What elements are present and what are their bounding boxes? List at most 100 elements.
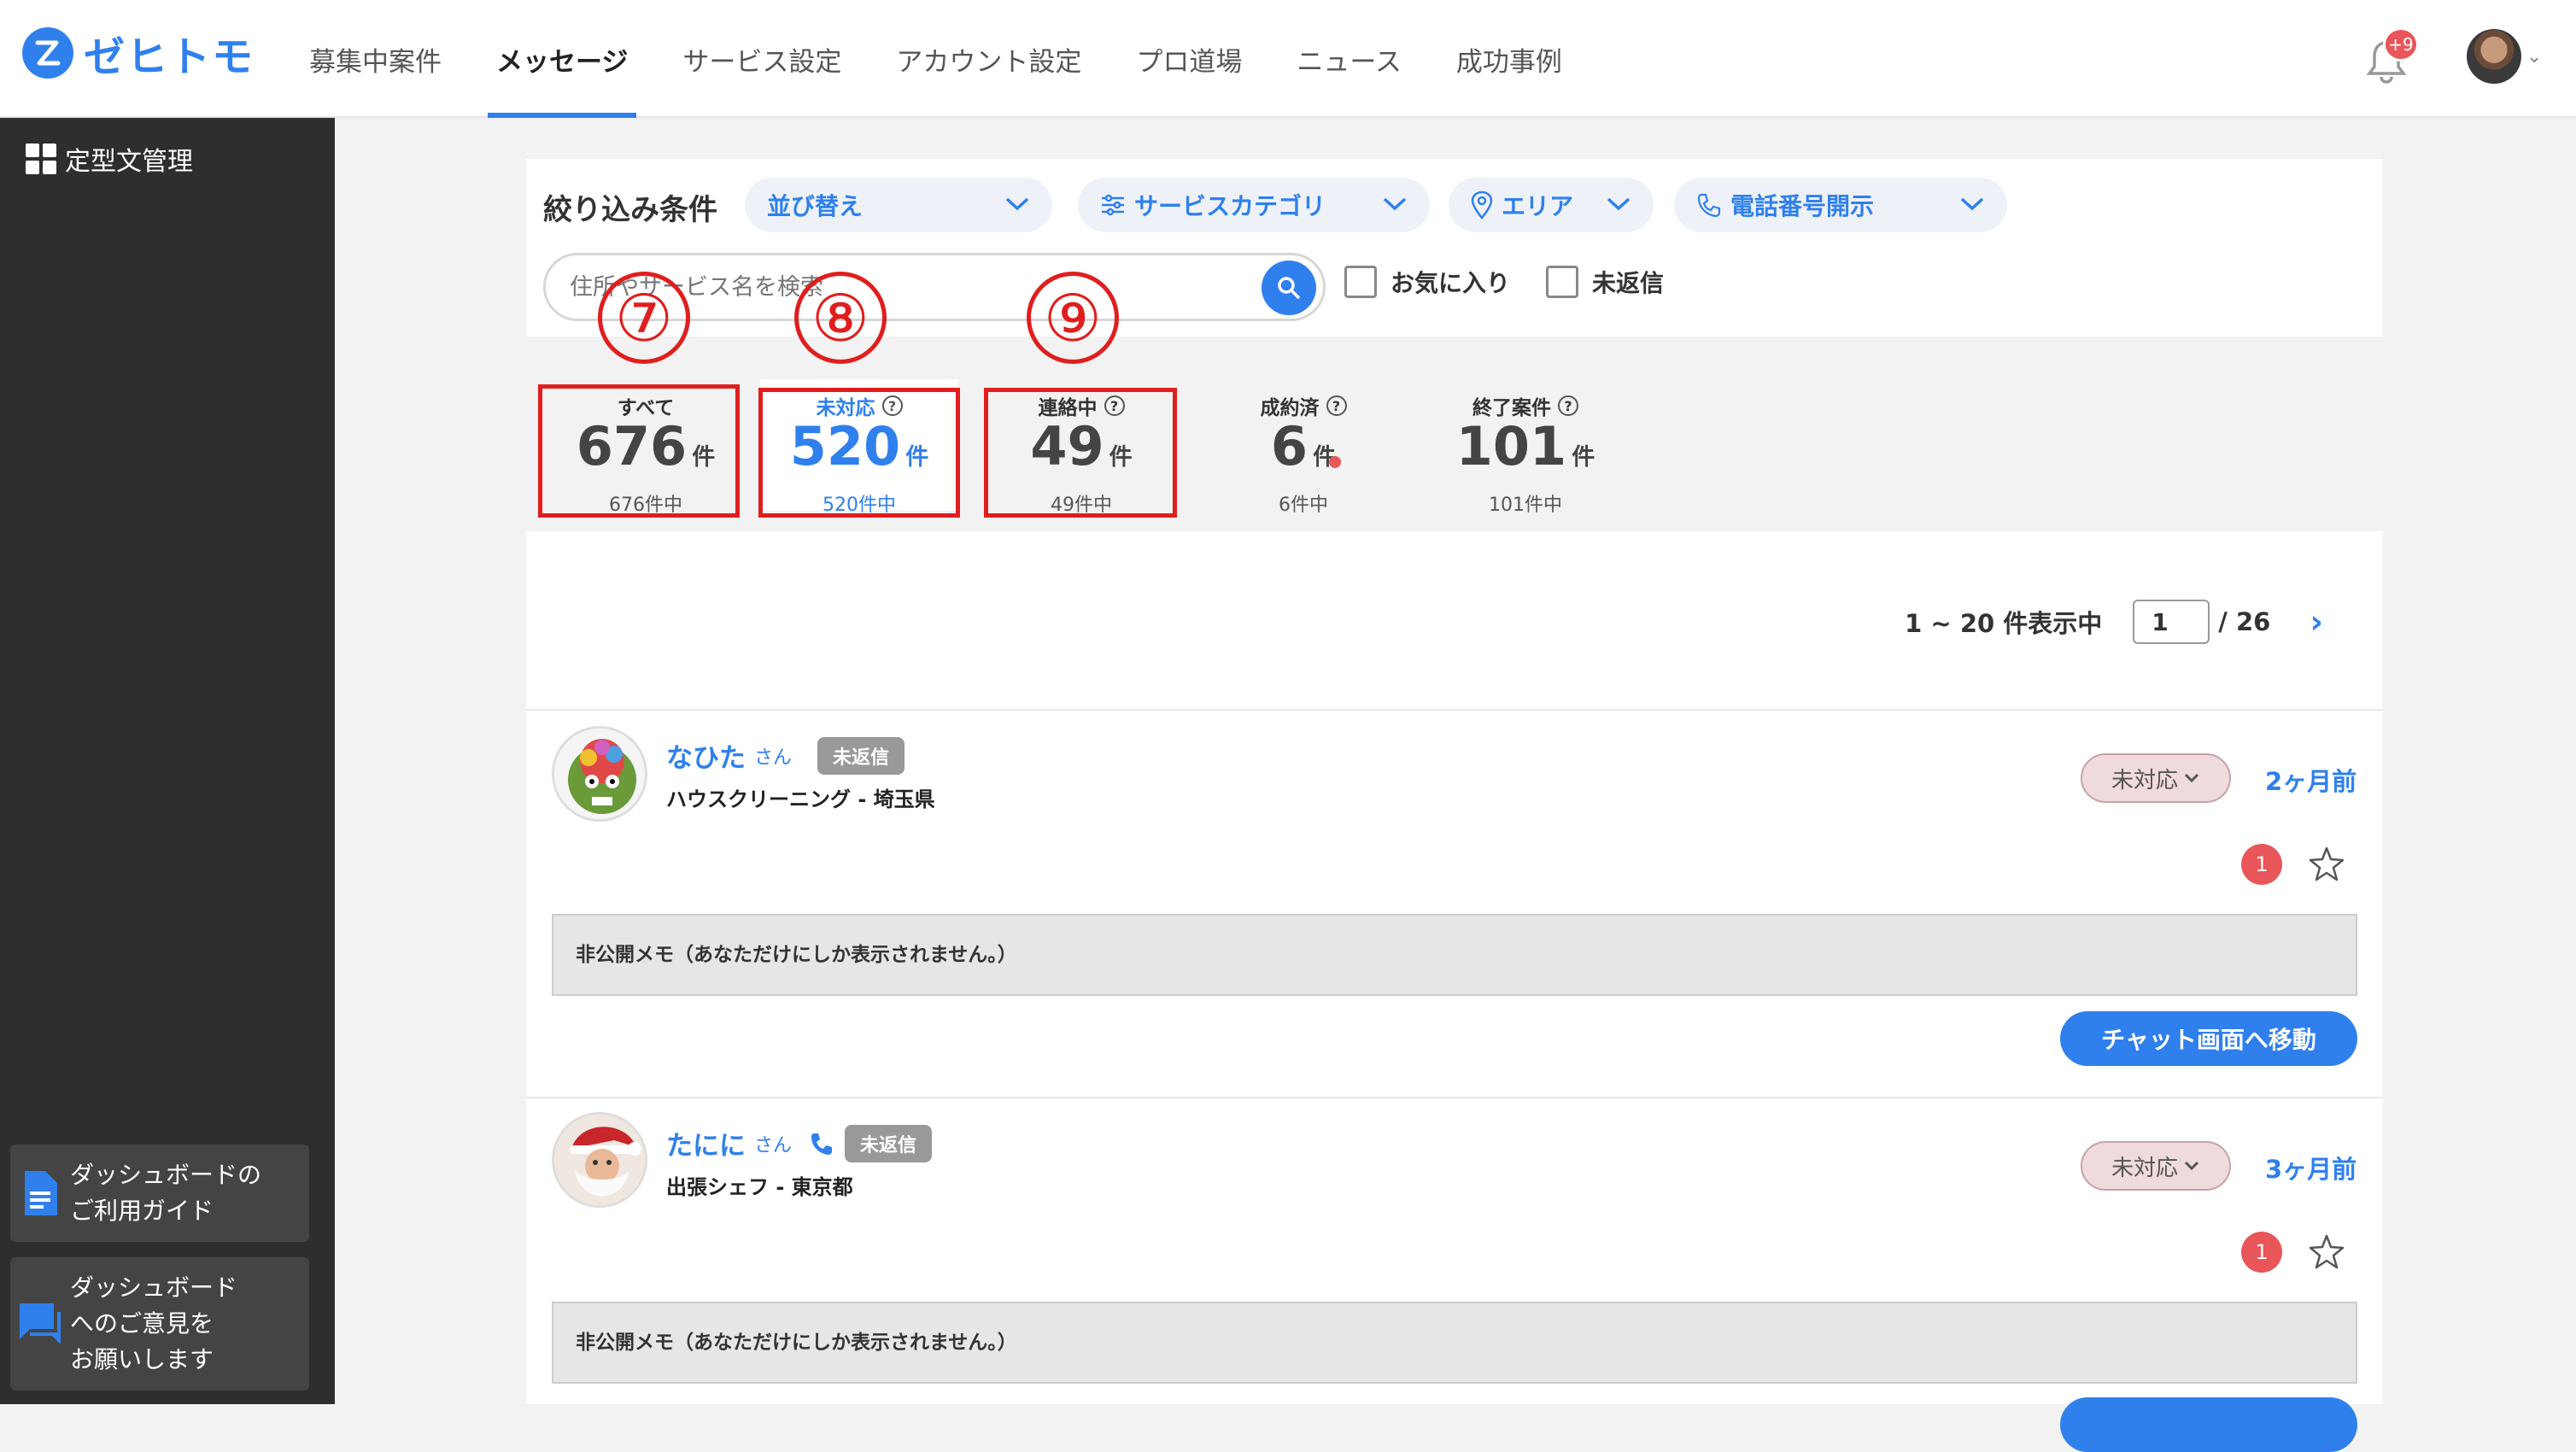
tab-closed[interactable]: 終了案件? 101 件 101件中 [1426,379,1625,516]
feedback-card-line3: お願いします [70,1345,214,1373]
area-label: エリア [1502,192,1574,220]
honorific: さん [754,1134,793,1156]
customer-name-text: なひた [666,743,746,774]
pager-range: 1 ~ 20 件表示中 [1905,609,2103,638]
tab-sub: 6件中 [1279,495,1328,516]
unread-count: 1 [2241,1232,2282,1273]
logo[interactable]: ゼヒトモ [22,26,255,81]
chevron-down-icon[interactable]: ⌄ [2526,46,2542,67]
star-icon[interactable] [2306,844,2347,885]
status-badge: 未返信 [845,1124,933,1162]
tab-sub: 101件中 [1489,495,1562,516]
chevron-down-icon [1606,192,1631,218]
search-button[interactable] [1262,261,1316,315]
tab-unit: 件 [1572,444,1595,471]
customer-name[interactable]: たにに さん 未返信 [666,1124,933,1162]
feedback-card[interactable]: ダッシュボード へのご意見を お願いします [10,1257,309,1391]
phone-icon [1697,193,1721,218]
pager: 1 ~ 20 件表示中 1 / 26 › [1905,600,2323,644]
category-label: サービスカテゴリ [1134,192,1326,220]
guide-card-line2: ご利用ガイド [70,1197,214,1225]
checkbox-box[interactable] [1344,266,1377,298]
unreplied-checkbox[interactable]: 未返信 [1546,265,1664,299]
user-avatar[interactable] [2467,29,2521,84]
help-icon[interactable]: ? [1326,395,1347,416]
unread-count: 1 [2241,844,2282,885]
feedback-card-line2: へのご意見を [70,1309,214,1338]
sidebar-item-templates[interactable]: 定型文管理 [26,140,193,178]
sidebar-item-label: 定型文管理 [65,147,193,177]
annotation-number: ⑨ [1027,272,1119,364]
guide-card[interactable]: ダッシュボードの ご利用ガイド [10,1145,309,1242]
location-pin-icon [1471,190,1493,220]
annotation-box [758,388,960,518]
document-icon [10,1169,70,1217]
service-area: ハウスクリーニング - 埼玉県 [666,787,935,811]
feedback-card-line1: ダッシュボード [70,1273,238,1302]
elapsed-time: 2ヶ月前 [2265,767,2357,796]
nav-item-messages[interactable]: メッセージ [469,0,655,118]
checkbox-box[interactable] [1546,266,1578,298]
status-tabs: すべて 676 件 676件中 未対応? 520 件 520件中 連絡中? 49 件 … [526,337,2383,531]
phone-label: 電話番号開示 [1730,192,1875,220]
sliders-icon [1102,194,1124,216]
sort-dropdown[interactable]: 並び替え [745,178,1052,232]
private-memo[interactable]: 非公開メモ（あなただけにしか表示されません。） [552,1302,2357,1384]
sort-label: 並び替え [767,192,864,220]
next-page-icon[interactable]: › [2310,603,2323,641]
main-nav: 募集中案件 メッセージ サービス設定 アカウント設定 プロ道場 ニュース 成功事… [282,0,1590,118]
status-dropdown[interactable]: 未対応 [2081,1141,2231,1191]
tab-contracted[interactable]: 成約済? 6件 6件中 [1204,379,1402,516]
status-badge: 未返信 [817,736,905,775]
nav-item-pro-dojo[interactable]: プロ道場 [1109,0,1269,118]
chevron-down-icon [2184,773,2199,783]
chat-button[interactable] [2060,1397,2357,1452]
sidebar: 定型文管理 ダッシュボードの ご利用ガイド ダッシュボード へのご意見を お願い… [0,118,335,1404]
tab-count: 101 [1455,415,1567,477]
divider [526,1097,2383,1098]
chevron-down-icon [1959,192,1985,218]
notification-badge: +9 [2383,27,2419,61]
annotation-box [984,388,1177,518]
tab-count: 6 [1270,415,1308,477]
grid-icon [26,143,56,174]
elapsed-time: 3ヶ月前 [2265,1155,2357,1184]
phone-disclosure-dropdown[interactable]: 電話番号開示 [1674,178,2007,232]
pager-total: / 26 [2218,607,2271,636]
nav-item-success-stories[interactable]: 成功事例 [1429,0,1590,118]
favorite-checkbox[interactable]: お気に入り [1344,265,1510,299]
help-icon[interactable]: ? [1558,395,1578,416]
phone-icon [811,1133,833,1155]
new-dot [1329,456,1341,468]
search-icon [1278,277,1300,299]
area-dropdown[interactable]: エリア [1449,178,1654,232]
top-header: ゼヒトモ 募集中案件 メッセージ サービス設定 アカウント設定 プロ道場 ニュー… [0,0,2576,118]
nav-item-service-settings[interactable]: サービス設定 [655,0,869,118]
favorite-label: お気に入り [1390,269,1511,297]
guide-card-line1: ダッシュボードの [70,1161,262,1189]
nav-item-account-settings[interactable]: アカウント設定 [869,0,1109,118]
category-dropdown[interactable]: サービスカテゴリ [1078,178,1430,232]
customer-name[interactable]: なひた さん 未返信 [666,736,905,775]
nav-item-open-jobs[interactable]: 募集中案件 [282,0,469,118]
chat-bubble-icon [10,1300,70,1348]
page-input[interactable]: 1 [2133,600,2210,644]
status-dropdown[interactable]: 未対応 [2081,753,2231,803]
filter-title: 絞り込み条件 [543,193,717,227]
private-memo[interactable]: 非公開メモ（あなただけにしか表示されません。） [552,914,2357,996]
avatar[interactable] [552,726,647,822]
annotation-box [538,384,740,518]
logo-mark-icon [22,27,73,79]
avatar[interactable] [552,1112,647,1208]
logo-text: ゼヒトモ [84,33,255,81]
nav-item-news[interactable]: ニュース [1269,0,1428,118]
divider [526,709,2383,711]
chevron-down-icon [1382,192,1408,218]
status-text: 未対応 [2111,767,2178,793]
annotation-number: ⑧ [794,272,887,364]
honorific: さん [754,746,793,769]
star-icon[interactable] [2306,1232,2347,1273]
chevron-down-icon [1004,192,1030,218]
annotation-number: ⑦ [598,272,690,364]
chat-button[interactable]: チャット画面へ移動 [2060,1011,2357,1066]
